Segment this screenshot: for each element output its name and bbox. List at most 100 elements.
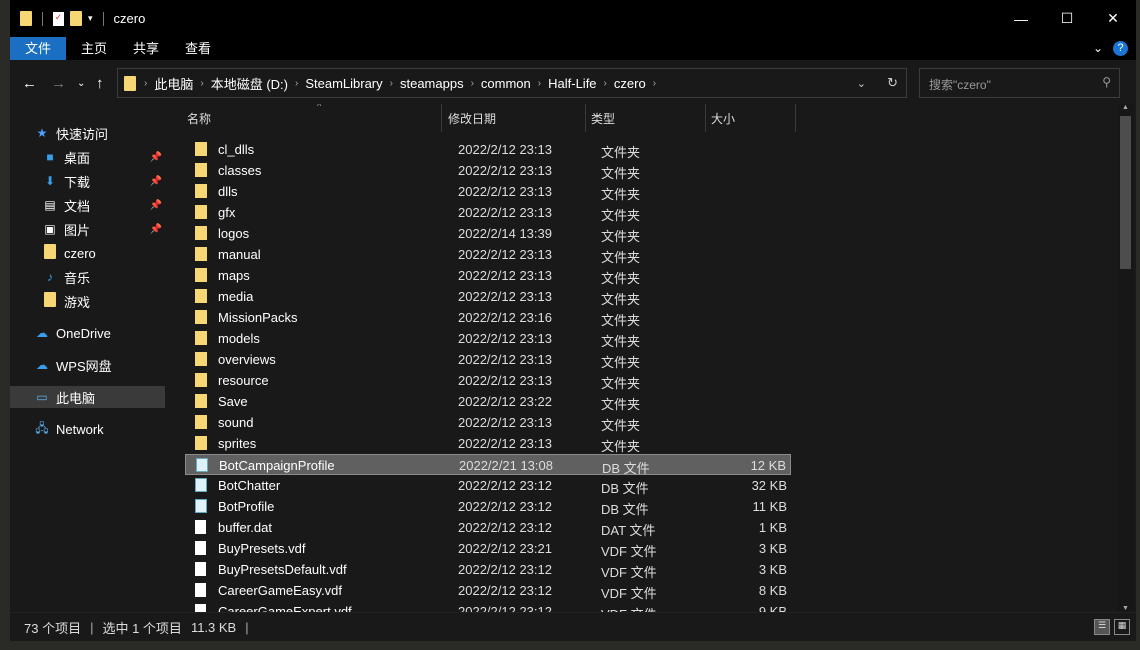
file-row[interactable]: CareerGameEasy.vdf 2022/2/12 23:12 VDF 文… [185, 580, 791, 601]
breadcrumb-this-pc[interactable]: 此电脑 [154, 74, 193, 93]
help-icon[interactable]: ? [1113, 41, 1128, 56]
file-row[interactable]: classes 2022/2/12 23:13 文件夹 [185, 160, 791, 181]
recent-locations-icon[interactable]: ⌄ [77, 78, 85, 89]
file-date: 2022/2/12 23:13 [458, 184, 552, 199]
address-dropdown-icon[interactable]: ⌄ [857, 77, 866, 90]
file-type: 文件夹 [601, 292, 641, 307]
file-name: cl_dlls [218, 142, 255, 157]
cloud-icon: ☁ [36, 358, 48, 372]
file-name: BotCampaignProfile [219, 458, 335, 473]
file-row[interactable]: maps 2022/2/12 23:13 文件夹 [185, 265, 791, 286]
file-name: BotProfile [218, 499, 275, 514]
file-type: 文件夹 [601, 166, 641, 181]
file-name: media [218, 289, 254, 304]
sidebar-item-pictures[interactable]: ▣ 图片 📌 [10, 218, 165, 240]
navigation-pane: ★ 快速访问 ■ 桌面 📌 ⬇ 下载 📌 ▤ 文档 📌 ▣ 图片 📌 czero ♪ 音乐 游戏 ☁… [10, 104, 167, 612]
file-row[interactable]: sound 2022/2/12 23:13 文件夹 [185, 412, 791, 433]
refresh-icon[interactable]: ↻ [887, 75, 898, 91]
file-type: VDF 文件 [601, 544, 657, 559]
sidebar-item-desktop[interactable]: ■ 桌面 📌 [10, 146, 165, 168]
tab-view[interactable]: 查看 [172, 37, 224, 60]
minimize-button[interactable]: — [998, 0, 1044, 37]
column-size[interactable]: 大小 [711, 110, 735, 127]
breadcrumb-half-life[interactable]: Half-Life [548, 76, 596, 91]
sidebar-item-games[interactable]: 游戏 [10, 290, 165, 312]
address-bar[interactable]: › 此电脑 › 本地磁盘 (D:) › SteamLibrary › steamapp… [117, 68, 907, 98]
file-row[interactable]: BotCampaignProfile 2022/2/21 13:08 DB 文件… [185, 454, 791, 476]
file-name: CareerGameExpert.vdf [218, 604, 352, 612]
navigation-bar: ← → ⌄ ↑ › 此电脑 › 本地磁盘 (D:) › SteamLibrary › … [10, 60, 1136, 104]
file-type: 文件夹 [601, 271, 641, 286]
customize-dropdown-icon[interactable]: ▾ [88, 13, 93, 24]
file-row[interactable]: gfx 2022/2/12 23:13 文件夹 [185, 202, 791, 223]
sidebar-label: 游戏 [64, 294, 91, 310]
cloud-icon: ☁ [36, 326, 48, 340]
tab-home[interactable]: 主页 [68, 37, 120, 60]
file-row[interactable]: BuyPresets.vdf 2022/2/12 23:21 VDF 文件 3 … [185, 538, 791, 559]
vertical-scrollbar[interactable]: ▲ ▼ [1117, 104, 1134, 612]
breadcrumb-drive-d[interactable]: 本地磁盘 (D:) [211, 74, 288, 93]
file-icon [195, 541, 206, 555]
sidebar-item-quick-access[interactable]: ★ 快速访问 [10, 122, 165, 144]
file-type: 文件夹 [601, 208, 641, 223]
forward-button[interactable]: → [51, 75, 66, 92]
file-explorer-window: ✓ ▾ czero — ☐ ✕ 文件 主页 共享 查看 ⌄? ← → ⌄ ↑ ›… [10, 0, 1136, 641]
breadcrumb-steamapps[interactable]: steamapps [400, 76, 464, 91]
file-size: 8 KB [758, 583, 787, 598]
file-date: 2022/2/12 23:13 [458, 205, 552, 220]
breadcrumb-common[interactable]: common [481, 76, 531, 91]
properties-icon[interactable]: ✓ [53, 11, 64, 26]
folder-icon [195, 352, 207, 366]
file-row[interactable]: MissionPacks 2022/2/12 23:16 文件夹 [185, 307, 791, 328]
sidebar-item-wps-drive[interactable]: ☁ WPS网盘 [10, 354, 165, 376]
file-row[interactable]: resource 2022/2/12 23:13 文件夹 [185, 370, 791, 391]
back-button[interactable]: ← [22, 75, 37, 92]
sidebar-label: OneDrive [56, 325, 111, 341]
file-row[interactable]: media 2022/2/12 23:13 文件夹 [185, 286, 791, 307]
sidebar-label: WPS网盘 [56, 358, 112, 374]
file-row[interactable]: sprites 2022/2/12 23:13 文件夹 [185, 433, 791, 454]
sidebar-item-downloads[interactable]: ⬇ 下载 📌 [10, 170, 165, 192]
breadcrumb-steamlibrary[interactable]: SteamLibrary [305, 76, 382, 91]
sidebar-item-this-pc[interactable]: ▭ 此电脑 [10, 386, 165, 408]
sidebar-item-music[interactable]: ♪ 音乐 [10, 266, 165, 288]
tab-share[interactable]: 共享 [120, 37, 172, 60]
file-type: DB 文件 [601, 481, 649, 496]
file-row[interactable]: buffer.dat 2022/2/12 23:12 DAT 文件 1 KB [185, 517, 791, 538]
folder-icon [195, 184, 207, 198]
file-date: 2022/2/12 23:13 [458, 331, 552, 346]
column-type[interactable]: 类型 [591, 110, 615, 127]
new-folder-icon[interactable] [70, 11, 82, 26]
sidebar-item-network[interactable]: 🖧 Network [10, 418, 165, 440]
file-row[interactable]: Save 2022/2/12 23:22 文件夹 [185, 391, 791, 412]
sidebar-item-documents[interactable]: ▤ 文档 📌 [10, 194, 165, 216]
folder-icon [195, 205, 207, 219]
search-input[interactable]: 搜索"czero" ⚲ [919, 68, 1120, 98]
expand-ribbon-icon[interactable]: ⌄ [1093, 41, 1103, 56]
file-row[interactable]: BuyPresetsDefault.vdf 2022/2/12 23:12 VD… [185, 559, 791, 580]
file-date: 2022/2/12 23:21 [458, 541, 552, 556]
maximize-button[interactable]: ☐ [1044, 0, 1090, 37]
column-date[interactable]: 修改日期 [448, 110, 496, 127]
sidebar-item-onedrive[interactable]: ☁ OneDrive [10, 322, 165, 344]
up-button[interactable]: ↑ [96, 75, 104, 92]
file-row[interactable]: overviews 2022/2/12 23:13 文件夹 [185, 349, 791, 370]
file-date: 2022/2/12 23:13 [458, 436, 552, 451]
large-icons-view-button[interactable]: ▦ [1114, 619, 1130, 635]
file-row[interactable]: models 2022/2/12 23:13 文件夹 [185, 328, 791, 349]
close-button[interactable]: ✕ [1090, 0, 1136, 37]
column-name[interactable]: 名称 [187, 110, 211, 127]
details-view-button[interactable]: ☰ [1094, 619, 1110, 635]
file-row[interactable]: BotChatter 2022/2/12 23:12 DB 文件 32 KB [185, 475, 791, 496]
tab-file[interactable]: 文件 [10, 37, 66, 60]
sort-ascending-icon: ^ [317, 104, 322, 111]
file-row[interactable]: dlls 2022/2/12 23:13 文件夹 [185, 181, 791, 202]
file-row[interactable]: BotProfile 2022/2/12 23:12 DB 文件 11 KB [185, 496, 791, 517]
scrollbar-thumb[interactable] [1120, 116, 1131, 269]
file-row[interactable]: CareerGameExpert.vdf 2022/2/12 23:12 VDF… [185, 601, 791, 612]
file-row[interactable]: cl_dlls 2022/2/12 23:13 文件夹 [185, 139, 791, 160]
file-row[interactable]: logos 2022/2/14 13:39 文件夹 [185, 223, 791, 244]
file-row[interactable]: manual 2022/2/12 23:13 文件夹 [185, 244, 791, 265]
sidebar-item-czero[interactable]: czero [10, 242, 165, 264]
breadcrumb-czero[interactable]: czero [614, 76, 646, 91]
